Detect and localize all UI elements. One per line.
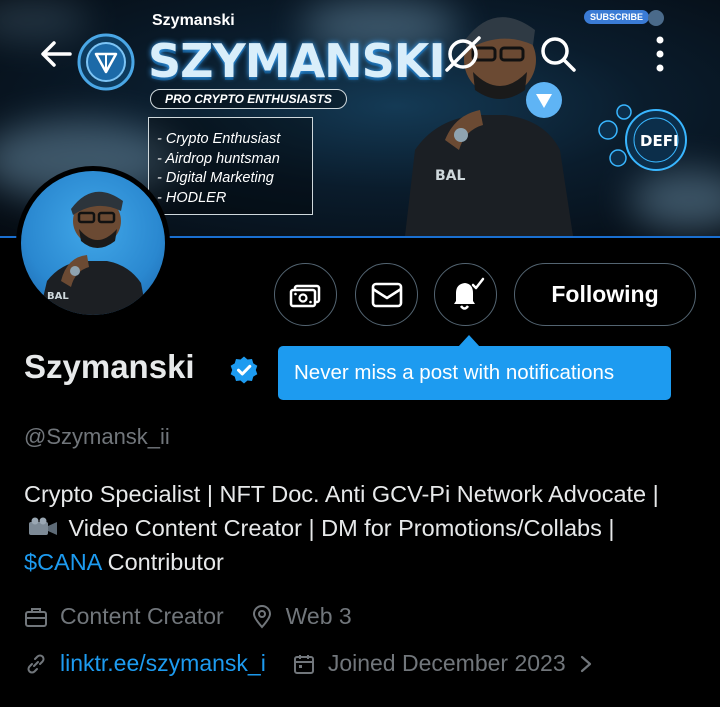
more-vertical-icon bbox=[656, 36, 664, 72]
banner-subscribe-label: SUBSCRIBE bbox=[584, 10, 650, 24]
calendar-icon bbox=[293, 654, 314, 674]
profile-avatar[interactable]: BAL bbox=[16, 166, 170, 320]
more-options-button[interactable] bbox=[638, 32, 682, 76]
verified-badge-icon[interactable] bbox=[229, 355, 259, 385]
banner-list: - Crypto Enthusiast - Airdrop huntsman -… bbox=[148, 117, 313, 215]
video-camera-emoji bbox=[29, 517, 57, 535]
bell-subscribed-icon bbox=[453, 277, 484, 310]
chevron-right-icon[interactable] bbox=[576, 652, 596, 676]
defi-icon-cluster: DEFI bbox=[598, 104, 687, 171]
profile-meta-row: linktr.ee/szymansk_i Joined December 202… bbox=[24, 650, 622, 677]
notifications-button[interactable] bbox=[434, 263, 497, 326]
banner-list-item: - Airdrop huntsman bbox=[157, 150, 280, 167]
profile-joined[interactable]: Joined December 2023 bbox=[292, 650, 596, 677]
banner-logo-icon bbox=[77, 33, 135, 91]
floating-logo-icon bbox=[526, 82, 562, 118]
notifications-tooltip[interactable]: Never miss a post with notifications bbox=[278, 346, 671, 400]
grok-button[interactable] bbox=[441, 32, 485, 76]
profile-location: Web 3 bbox=[250, 603, 352, 630]
mail-icon bbox=[371, 282, 402, 307]
display-name: Szymanski bbox=[24, 348, 195, 385]
bio-cashtag-link[interactable]: $CANA bbox=[24, 549, 101, 575]
back-button[interactable] bbox=[34, 32, 78, 76]
defi-label: DEFI bbox=[640, 132, 679, 150]
avatar-image: BAL bbox=[21, 171, 165, 315]
user-handle: @Szymansk_ii bbox=[24, 424, 170, 449]
banner-logo bbox=[76, 32, 136, 92]
search-button[interactable] bbox=[536, 32, 580, 76]
banner-list-item: - Crypto Enthusiast bbox=[157, 131, 281, 147]
banner-tagline: PRO CRYPTO ENTHUSIASTS bbox=[150, 89, 347, 109]
bio-text: Contributor bbox=[101, 549, 224, 575]
following-button[interactable]: Following bbox=[514, 263, 696, 326]
bio-text: Crypto Specialist | NFT Doc. Anti GCV-Pi… bbox=[24, 481, 659, 507]
profile-meta-row: Content Creator Web 3 bbox=[24, 603, 378, 630]
search-icon bbox=[541, 37, 576, 72]
back-arrow-icon bbox=[41, 41, 72, 67]
joined-label: Joined December 2023 bbox=[327, 650, 566, 676]
svg-text:BAL: BAL bbox=[435, 168, 466, 184]
svg-text:BAL: BAL bbox=[47, 291, 69, 302]
location-pin-icon bbox=[252, 604, 271, 629]
banner-list-item: - Digital Marketing bbox=[157, 170, 274, 186]
banner-bell-icon bbox=[648, 10, 664, 26]
subscription-money-icon bbox=[289, 284, 320, 307]
link-icon bbox=[27, 653, 45, 674]
profile-website[interactable]: linktr.ee/szymansk_i bbox=[24, 650, 266, 677]
banner-list-item: - HODLER bbox=[157, 189, 227, 206]
location-label: Web 3 bbox=[285, 603, 352, 629]
message-button[interactable] bbox=[355, 263, 418, 326]
briefcase-icon bbox=[25, 607, 47, 627]
banner-small-title: Szymanski bbox=[152, 12, 235, 29]
grok-icon bbox=[445, 36, 481, 72]
bio-text: Video Content Creator | DM for Promotion… bbox=[62, 515, 615, 541]
website-link[interactable]: linktr.ee/szymansk_i bbox=[60, 650, 266, 677]
avatar-person-illustration: BAL bbox=[39, 191, 147, 315]
profile-category: Content Creator bbox=[24, 603, 224, 630]
profile-bio: Crypto Specialist | NFT Doc. Anti GCV-Pi… bbox=[24, 477, 684, 579]
category-label: Content Creator bbox=[60, 603, 224, 629]
subscribe-money-button[interactable] bbox=[274, 263, 337, 326]
